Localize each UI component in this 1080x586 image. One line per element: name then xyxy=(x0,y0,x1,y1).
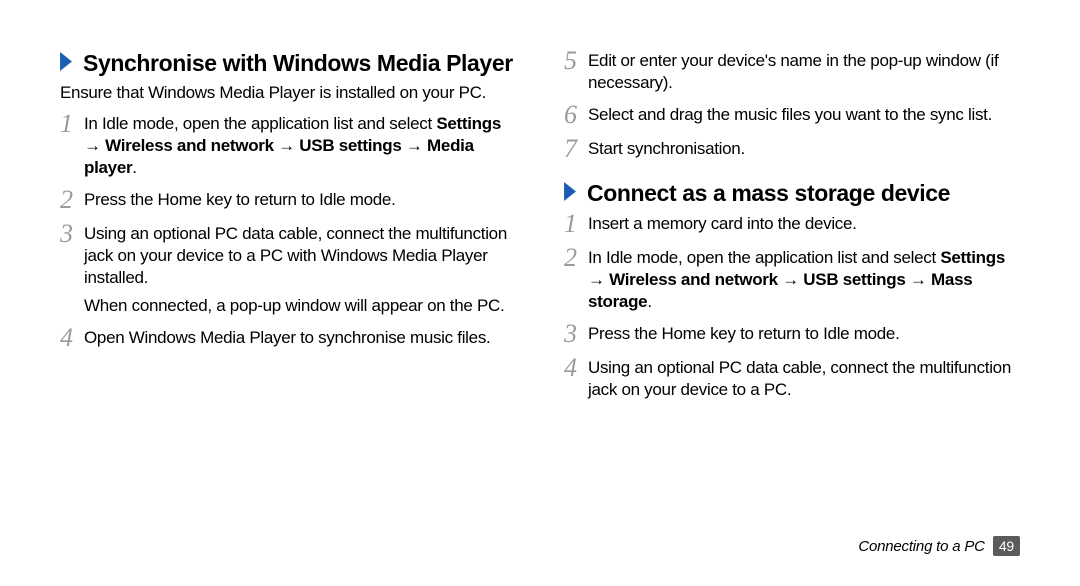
heading-text: Synchronise with Windows Media Player xyxy=(83,50,513,76)
step: 2In Idle mode, open the application list… xyxy=(564,247,1020,313)
step-number: 2 xyxy=(564,245,588,271)
step-body: Press the Home key to return to Idle mod… xyxy=(84,189,516,211)
text-strong: Wireless and network xyxy=(609,270,778,289)
text: In Idle mode, open the application list … xyxy=(588,248,940,267)
step-body: Using an optional PC data cable, connect… xyxy=(588,357,1020,401)
left-steps: 1In Idle mode, open the application list… xyxy=(60,113,516,352)
text: . xyxy=(647,292,651,311)
step-text: Press the Home key to return to Idle mod… xyxy=(588,323,1020,345)
step-body: Select and drag the music files you want… xyxy=(588,104,1020,126)
text: Insert a memory card into the device. xyxy=(588,214,857,233)
step-body: Start synchronisation. xyxy=(588,138,1020,160)
step-number: 2 xyxy=(60,187,84,213)
text-strong: USB settings xyxy=(299,136,401,155)
text: → xyxy=(778,270,804,289)
heading-text: Connect as a mass storage device xyxy=(587,180,950,206)
step-text: Select and drag the music files you want… xyxy=(588,104,1020,126)
step-number: 7 xyxy=(564,136,588,162)
intro-text: Ensure that Windows Media Player is inst… xyxy=(60,82,516,104)
step-number: 6 xyxy=(564,102,588,128)
text: Start synchronisation. xyxy=(588,139,745,158)
text: Edit or enter your device's name in the … xyxy=(588,51,998,92)
step-body: In Idle mode, open the application list … xyxy=(588,247,1020,313)
step: 4Using an optional PC data cable, connec… xyxy=(564,357,1020,401)
step-text: In Idle mode, open the application list … xyxy=(588,247,1020,313)
text: Using an optional PC data cable, connect… xyxy=(84,224,507,287)
page-footer: Connecting to a PC 49 xyxy=(858,536,1020,556)
heading-mass-storage: Connect as a mass storage device xyxy=(564,180,1020,206)
step: 1Insert a memory card into the device. xyxy=(564,213,1020,237)
step: 6Select and drag the music files you wan… xyxy=(564,104,1020,128)
text-strong: USB settings xyxy=(803,270,905,289)
step: 1In Idle mode, open the application list… xyxy=(60,113,516,179)
right-column: 5Edit or enter your device's name in the… xyxy=(564,50,1020,411)
step: 3Press the Home key to return to Idle mo… xyxy=(564,323,1020,347)
step-text: Insert a memory card into the device. xyxy=(588,213,1020,235)
text: Using an optional PC data cable, connect… xyxy=(588,358,1011,399)
text: . xyxy=(132,158,136,177)
text: Press the Home key to return to Idle mod… xyxy=(588,324,900,343)
step-text: Edit or enter your device's name in the … xyxy=(588,50,1020,94)
step-body: In Idle mode, open the application list … xyxy=(84,113,516,179)
step-number: 3 xyxy=(564,321,588,347)
text: Select and drag the music files you want… xyxy=(588,105,992,124)
step-text: Press the Home key to return to Idle mod… xyxy=(84,189,516,211)
page-columns: Synchronise with Windows Media Player En… xyxy=(60,50,1020,411)
chevron-right-icon xyxy=(60,50,77,73)
step-number: 1 xyxy=(564,211,588,237)
step-text: In Idle mode, open the application list … xyxy=(84,113,516,179)
text-strong: Settings xyxy=(940,248,1005,267)
step-body: Press the Home key to return to Idle mod… xyxy=(588,323,1020,345)
step-text: Start synchronisation. xyxy=(588,138,1020,160)
text: When connected, a pop-up window will app… xyxy=(84,296,504,315)
step-number: 1 xyxy=(60,111,84,137)
text-strong: Wireless and network xyxy=(105,136,274,155)
text: Open Windows Media Player to synchronise… xyxy=(84,328,490,347)
step-body: Insert a memory card into the device. xyxy=(588,213,1020,235)
step-number: 4 xyxy=(60,325,84,351)
text: → xyxy=(402,136,428,155)
left-column: Synchronise with Windows Media Player En… xyxy=(60,50,516,411)
step-number: 3 xyxy=(60,221,84,247)
step-text: Using an optional PC data cable, connect… xyxy=(588,357,1020,401)
text-strong: Settings xyxy=(436,114,501,133)
step-number: 4 xyxy=(564,355,588,381)
text: → xyxy=(84,136,105,155)
step-body: Edit or enter your device's name in the … xyxy=(588,50,1020,94)
text: → xyxy=(588,270,609,289)
page-number-badge: 49 xyxy=(993,536,1020,556)
step: 2Press the Home key to return to Idle mo… xyxy=(60,189,516,213)
right-steps: 1Insert a memory card into the device.2I… xyxy=(564,213,1020,401)
step-subtext: When connected, a pop-up window will app… xyxy=(84,295,516,317)
heading-sync-wmp: Synchronise with Windows Media Player xyxy=(60,50,516,76)
step-body: Open Windows Media Player to synchronise… xyxy=(84,327,516,349)
right-top-steps: 5Edit or enter your device's name in the… xyxy=(564,50,1020,162)
text: → xyxy=(274,136,300,155)
step: 4Open Windows Media Player to synchronis… xyxy=(60,327,516,351)
text: → xyxy=(906,270,932,289)
text: In Idle mode, open the application list … xyxy=(84,114,436,133)
step: 7Start synchronisation. xyxy=(564,138,1020,162)
step-body: Using an optional PC data cable, connect… xyxy=(84,223,516,317)
chevron-right-icon xyxy=(564,180,581,203)
text: Press the Home key to return to Idle mod… xyxy=(84,190,396,209)
step: 3Using an optional PC data cable, connec… xyxy=(60,223,516,317)
step-text: Using an optional PC data cable, connect… xyxy=(84,223,516,289)
step: 5Edit or enter your device's name in the… xyxy=(564,50,1020,94)
step-text: Open Windows Media Player to synchronise… xyxy=(84,327,516,349)
step-number: 5 xyxy=(564,48,588,74)
footer-section-name: Connecting to a PC xyxy=(858,538,984,555)
